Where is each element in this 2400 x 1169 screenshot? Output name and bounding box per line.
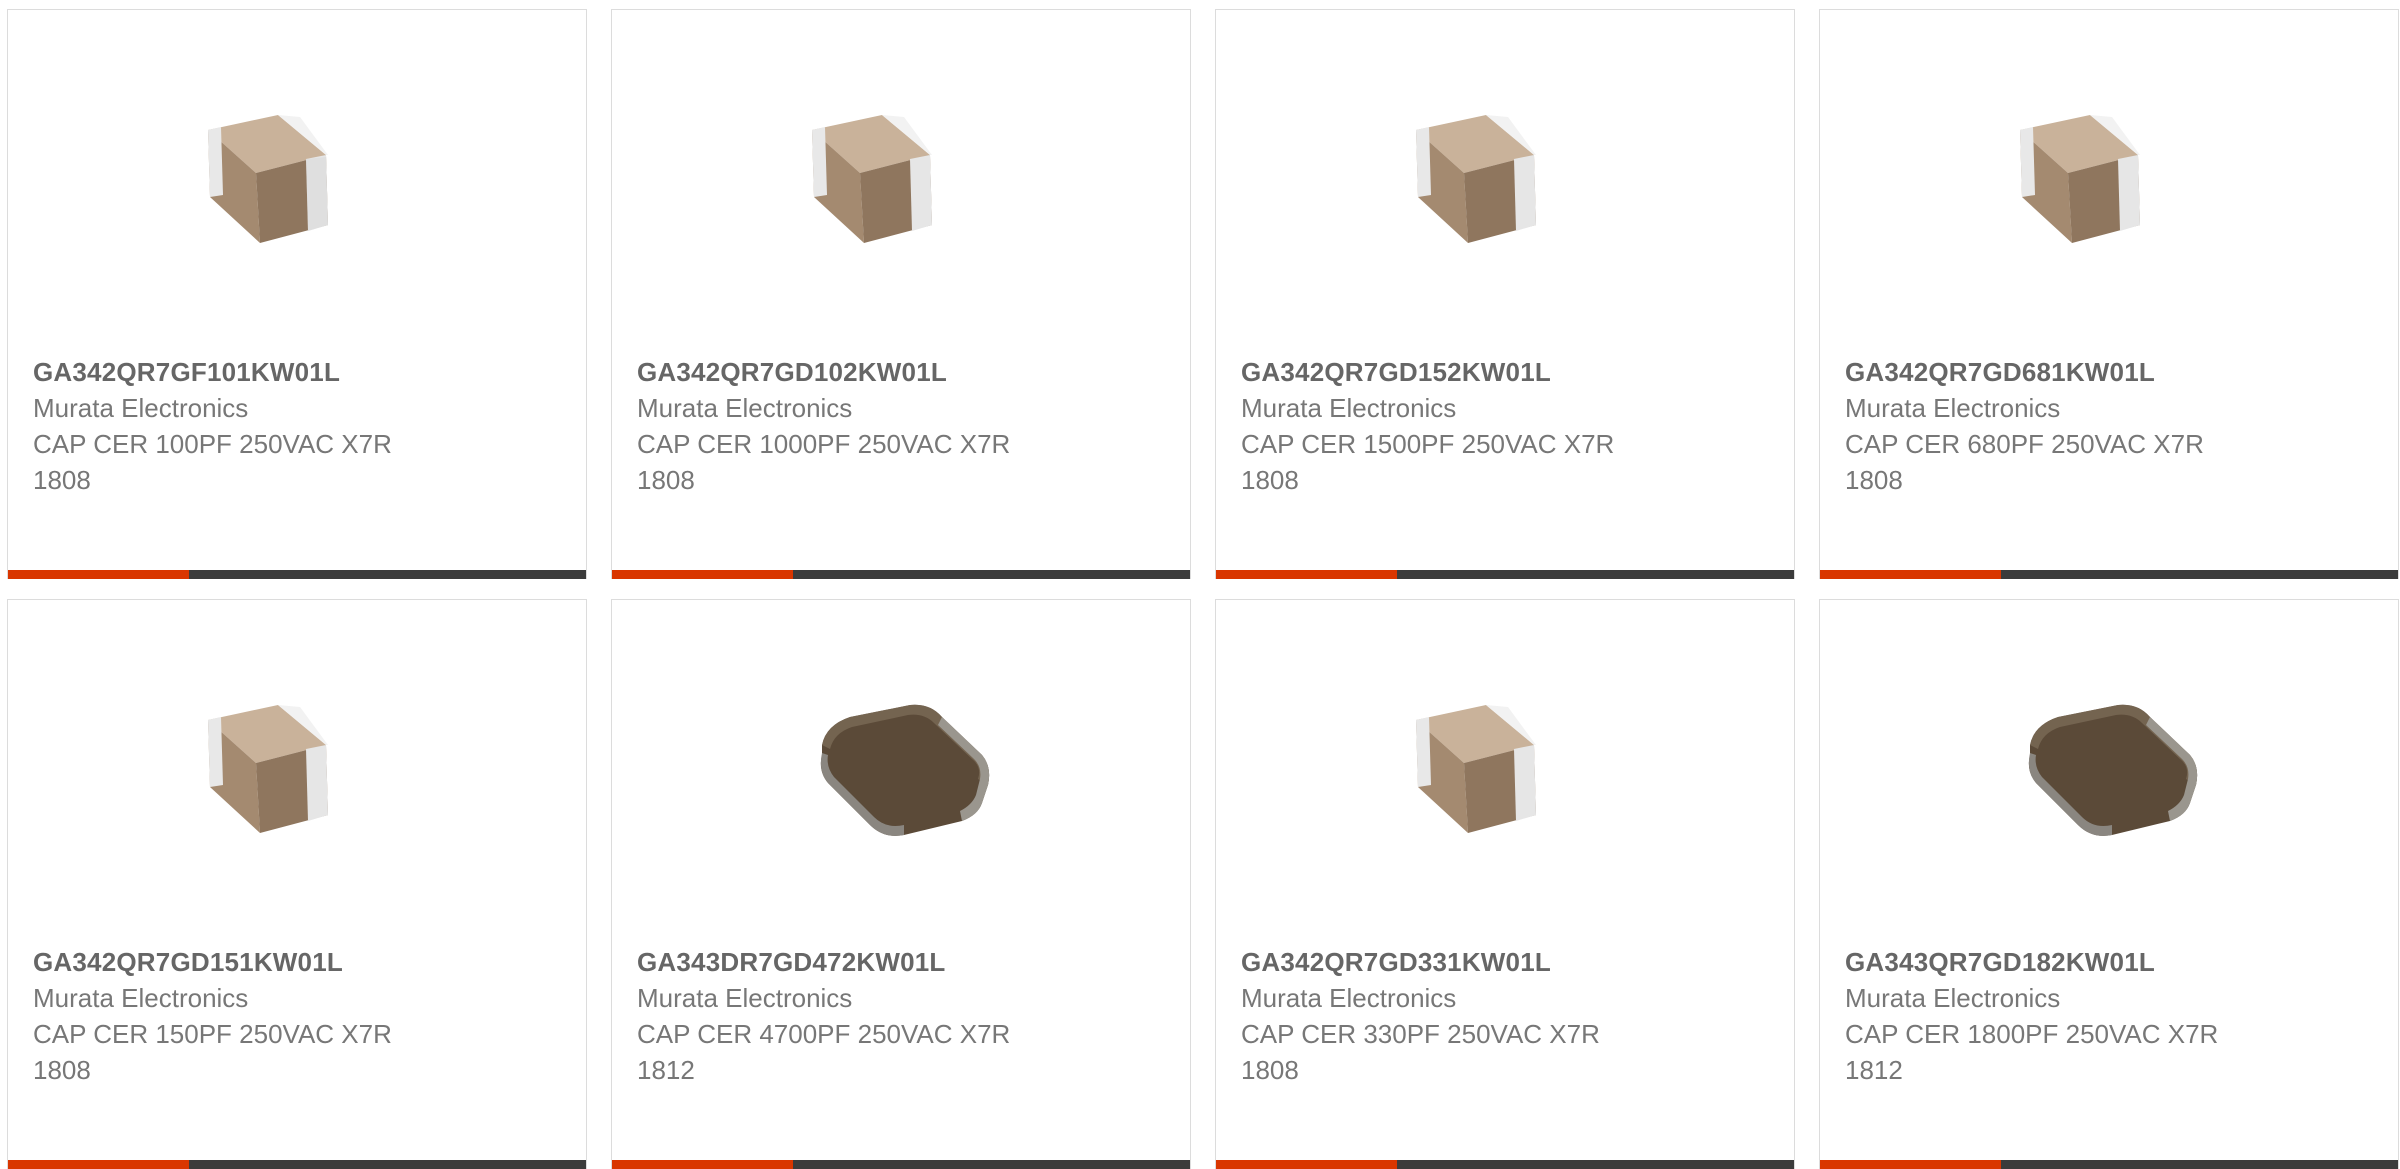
description: CAP CER 330PF 250VAC X7R [1241,1019,1600,1049]
manufacturer: Murata Electronics [1241,393,1457,423]
description: CAP CER 1500PF 250VAC X7R [1241,429,1615,459]
part-number-link[interactable]: GA342QR7GF101KW01L [33,354,553,390]
package-size: 1808 [33,465,91,495]
card-accent-bar [1820,570,2001,579]
product-image-light-capacitor[interactable] [1396,85,1614,295]
part-number-link[interactable]: GA342QR7GD102KW01L [637,354,1157,390]
card-bottom-bar [8,1160,586,1169]
description: CAP CER 150PF 250VAC X7R [33,1019,392,1049]
manufacturer: Murata Electronics [1845,393,2061,423]
part-number-link[interactable]: GA343QR7GD182KW01L [1845,944,2365,980]
manufacturer: Murata Electronics [33,393,249,423]
manufacturer: Murata Electronics [1241,983,1457,1013]
manufacturer: Murata Electronics [637,983,853,1013]
product-card[interactable]: GA342QR7GD331KW01L Murata Electronics CA… [1215,599,1795,1169]
product-card[interactable]: GA343QR7GD182KW01L Murata Electronics CA… [1819,599,2399,1169]
card-accent-bar [612,570,793,579]
package-size: 1812 [637,1055,695,1085]
card-accent-bar [8,1160,189,1169]
card-bottom-bar [1216,570,1794,579]
card-accent-bar [8,570,189,579]
part-number-link[interactable]: GA343DR7GD472KW01L [637,944,1157,980]
product-image-light-capacitor[interactable] [188,675,406,885]
card-bottom-bar [612,570,1190,579]
product-card[interactable]: GA342QR7GD151KW01L Murata Electronics CA… [7,599,587,1169]
product-image-dark-capacitor[interactable] [2000,675,2218,885]
package-size: 1808 [637,465,695,495]
package-size: 1808 [1241,1055,1299,1085]
card-bottom-bar [1216,1160,1794,1169]
card-bottom-bar [1820,570,2398,579]
card-accent-bar [1820,1160,2001,1169]
description: CAP CER 680PF 250VAC X7R [1845,429,2204,459]
product-card[interactable]: GA342QR7GD102KW01L Murata Electronics CA… [611,9,1191,579]
card-bottom-bar [8,570,586,579]
package-size: 1808 [1241,465,1299,495]
part-number-link[interactable]: GA342QR7GD331KW01L [1241,944,1761,980]
card-bottom-bar [1820,1160,2398,1169]
product-card[interactable]: GA342QR7GD681KW01L Murata Electronics CA… [1819,9,2399,579]
description: CAP CER 1000PF 250VAC X7R [637,429,1011,459]
description: CAP CER 1800PF 250VAC X7R [1845,1019,2219,1049]
product-grid: GA342QR7GF101KW01L Murata Electronics CA… [7,9,2399,1169]
package-size: 1808 [1845,465,1903,495]
product-card[interactable]: GA343DR7GD472KW01L Murata Electronics CA… [611,599,1191,1169]
product-image-dark-capacitor[interactable] [792,675,1010,885]
product-card[interactable]: GA342QR7GD152KW01L Murata Electronics CA… [1215,9,1795,579]
manufacturer: Murata Electronics [33,983,249,1013]
product-image-light-capacitor[interactable] [188,85,406,295]
manufacturer: Murata Electronics [637,393,853,423]
package-size: 1808 [33,1055,91,1085]
description: CAP CER 4700PF 250VAC X7R [637,1019,1011,1049]
card-accent-bar [612,1160,793,1169]
product-image-light-capacitor[interactable] [1396,675,1614,885]
manufacturer: Murata Electronics [1845,983,2061,1013]
card-accent-bar [1216,1160,1397,1169]
part-number-link[interactable]: GA342QR7GD681KW01L [1845,354,2365,390]
card-accent-bar [1216,570,1397,579]
package-size: 1812 [1845,1055,1903,1085]
description: CAP CER 100PF 250VAC X7R [33,429,392,459]
part-number-link[interactable]: GA342QR7GD151KW01L [33,944,553,980]
product-image-light-capacitor[interactable] [792,85,1010,295]
part-number-link[interactable]: GA342QR7GD152KW01L [1241,354,1761,390]
card-bottom-bar [612,1160,1190,1169]
product-card[interactable]: GA342QR7GF101KW01L Murata Electronics CA… [7,9,587,579]
product-image-light-capacitor[interactable] [2000,85,2218,295]
